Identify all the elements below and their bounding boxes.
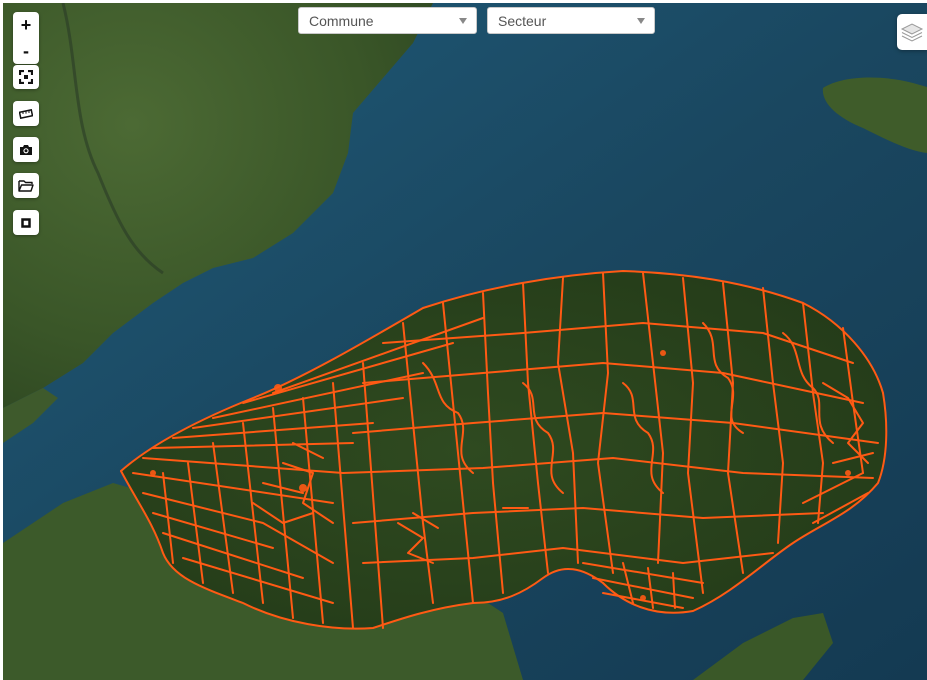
zoom-in-button[interactable]: + — [13, 12, 39, 38]
select-area-button[interactable] — [13, 210, 39, 235]
commune-select[interactable]: Commune — [298, 7, 477, 34]
map-viewport[interactable]: + - Commune Secteur — [3, 3, 927, 680]
fullscreen-icon — [19, 70, 33, 84]
secteur-select[interactable]: Secteur — [487, 7, 655, 34]
fullscreen-button[interactable] — [13, 65, 39, 89]
square-icon — [21, 217, 31, 228]
zoom-control: + - — [13, 12, 39, 64]
satellite-map[interactable] — [3, 3, 927, 680]
ruler-icon — [19, 108, 33, 119]
camera-icon — [20, 144, 32, 155]
zoom-out-button[interactable]: - — [13, 38, 39, 64]
folder-icon — [18, 180, 34, 192]
layers-icon — [900, 23, 924, 42]
layers-button[interactable] — [897, 14, 927, 50]
chevron-down-icon — [637, 18, 645, 24]
screenshot-button[interactable] — [13, 137, 39, 162]
open-file-button[interactable] — [13, 173, 39, 198]
secteur-select-label: Secteur — [498, 12, 547, 29]
measure-button[interactable] — [13, 101, 39, 126]
commune-select-label: Commune — [309, 12, 374, 29]
chevron-down-icon — [459, 18, 467, 24]
